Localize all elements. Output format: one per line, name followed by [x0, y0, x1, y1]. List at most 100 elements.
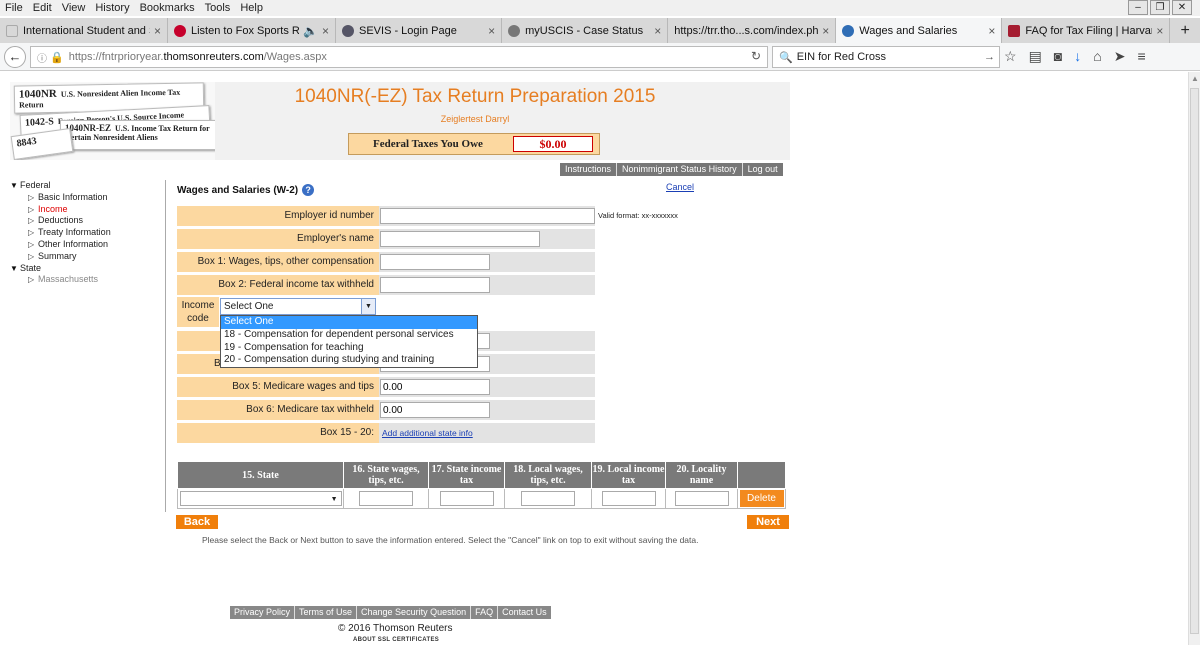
state-select[interactable]: ▼ — [179, 491, 342, 506]
tab-sevis[interactable]: SEVIS - Login Page × — [336, 18, 503, 43]
close-tab-icon[interactable]: × — [488, 24, 495, 38]
menu-view[interactable]: View — [57, 2, 91, 14]
tab-harvard-faq[interactable]: FAQ for Tax Filing | Harvar... × — [1002, 18, 1171, 43]
search-go-icon[interactable]: → — [984, 51, 995, 63]
menu-history[interactable]: History — [90, 2, 134, 14]
employer-name-label: Employer's name — [177, 229, 379, 249]
back-arrow-icon[interactable]: ← — [4, 45, 26, 68]
reload-icon[interactable]: ↻ — [751, 49, 761, 63]
privacy-policy-link[interactable]: Privacy Policy — [230, 606, 296, 619]
tab-myuscis[interactable]: myUSCIS - Case Status × — [502, 18, 669, 43]
instructions-link[interactable]: Instructions — [560, 163, 618, 176]
nav-income[interactable]: ▷ Income — [10, 204, 111, 216]
scroll-up-icon[interactable]: ▲ — [1191, 74, 1199, 83]
box6-medicare-tax-input[interactable] — [380, 402, 490, 418]
tab-trr[interactable]: https://trr.tho...s.com/index.php × — [668, 18, 837, 43]
local-income-tax-input[interactable] — [601, 491, 656, 506]
download-icon[interactable]: ↓ — [1074, 48, 1081, 65]
tab-fox-sports[interactable]: Listen to Fox Sports Ra... 🔈 × — [168, 18, 336, 43]
search-bar[interactable]: 🔍 EIN for Red Cross → — [772, 46, 1000, 68]
menu-tools[interactable]: Tools — [200, 2, 236, 14]
income-code-label-line1: Income — [181, 300, 215, 311]
close-window-icon[interactable]: ✕ — [1172, 0, 1192, 15]
delete-button[interactable]: Delete — [739, 490, 784, 507]
logout-link[interactable]: Log out — [743, 163, 783, 176]
next-button[interactable]: Next — [747, 515, 789, 529]
box5-row: Box 5: Medicare wages and tips — [177, 377, 595, 397]
nav-label: Income — [38, 203, 68, 214]
scroll-thumb[interactable] — [1190, 88, 1199, 634]
menu-file[interactable]: File — [0, 2, 28, 14]
contact-us-link[interactable]: Contact Us — [498, 606, 551, 619]
local-wages-input[interactable] — [521, 491, 575, 506]
local-tax-cell — [591, 488, 666, 509]
ssl-certificates-link[interactable]: ABOUT SSL CERTIFICATES — [353, 637, 439, 643]
locality-name-input[interactable] — [674, 491, 729, 506]
box6-label: Box 6: Medicare tax withheld — [177, 400, 379, 420]
add-state-info-link[interactable]: Add additional state info — [380, 423, 473, 443]
restore-icon[interactable]: ❐ — [1150, 0, 1170, 15]
income-code-option[interactable]: 20 - Compensation during studying and tr… — [221, 354, 477, 367]
nav-summary[interactable]: ▷ Summary — [10, 251, 111, 263]
home-icon[interactable]: ⌂ — [1093, 48, 1101, 65]
help-icon[interactable]: ? — [302, 184, 315, 196]
income-code-option[interactable]: Select One — [221, 316, 477, 329]
nav-treaty-information[interactable]: ▷ Treaty Information — [10, 227, 111, 239]
chevron-down-icon[interactable]: ▼ — [361, 299, 375, 314]
nav-other-information[interactable]: ▷ Other Information — [10, 239, 111, 251]
hamburger-menu-icon[interactable]: ≡ — [1137, 48, 1145, 65]
search-icon: 🔍 — [779, 51, 793, 64]
box2-federal-tax-input[interactable] — [380, 277, 490, 293]
employer-name-input[interactable] — [380, 231, 540, 247]
send-icon[interactable]: ➤ — [1114, 48, 1126, 65]
menu-bookmarks[interactable]: Bookmarks — [135, 2, 200, 14]
income-code-option[interactable]: 18 - Compensation for dependent personal… — [221, 329, 477, 342]
tab-international-student[interactable]: International Student and Scho... × — [0, 18, 168, 43]
menu-edit[interactable]: Edit — [28, 2, 57, 14]
change-security-question-link[interactable]: Change Security Question — [357, 606, 472, 619]
box1-wages-input[interactable] — [380, 254, 490, 270]
employer-id-input[interactable] — [380, 208, 595, 224]
faq-link[interactable]: FAQ — [471, 606, 499, 619]
nav-deductions[interactable]: ▷ Deductions — [10, 215, 111, 227]
close-tab-icon[interactable]: × — [154, 24, 161, 38]
close-tab-icon[interactable]: × — [654, 24, 661, 38]
close-tab-icon[interactable]: × — [822, 24, 829, 38]
close-tab-icon[interactable]: × — [322, 24, 329, 38]
column-header: 18. Local wages, tips, etc. — [504, 461, 592, 489]
speaker-icon[interactable]: 🔈 — [303, 24, 318, 38]
income-code-option[interactable]: 19 - Compensation for teaching — [221, 342, 477, 355]
column-header: 17. State income tax — [428, 461, 505, 489]
vertical-scrollbar[interactable]: ▲ — [1188, 72, 1200, 645]
tab-wages-salaries[interactable]: Wages and Salaries × — [836, 18, 1003, 43]
pocket-icon[interactable]: ◙ — [1054, 48, 1062, 65]
terms-of-use-link[interactable]: Terms of Use — [295, 606, 358, 619]
nav-state[interactable]: ▼ State — [10, 263, 111, 275]
state-wages-input[interactable] — [359, 491, 413, 506]
state-income-tax-input[interactable] — [439, 491, 494, 506]
url-bar[interactable]: ⓘ 🔒 https://fntrprioryear. thomsonreuters… — [30, 46, 768, 68]
reading-list-icon[interactable]: ▤ — [1029, 48, 1042, 65]
cancel-link[interactable]: Cancel — [666, 182, 694, 192]
employer-id-label: Employer id number — [177, 206, 379, 226]
close-tab-icon[interactable]: × — [988, 24, 995, 38]
box5-medicare-wages-input[interactable] — [380, 379, 490, 395]
nav-basic-information[interactable]: ▷ Basic Information — [10, 192, 111, 204]
bookmark-star-icon[interactable]: ☆ — [1004, 48, 1017, 65]
back-button[interactable]: Back — [176, 515, 218, 529]
nonimmigrant-status-history-link[interactable]: Nonimmigrant Status History — [617, 163, 743, 176]
navigation-bar: ← ⓘ 🔒 https://fntrprioryear. thomsonreute… — [0, 43, 1200, 71]
minimize-icon[interactable]: – — [1128, 0, 1148, 15]
nav-massachusetts[interactable]: ▷ Massachusetts — [10, 274, 111, 286]
close-tab-icon[interactable]: × — [1156, 24, 1163, 38]
info-icon[interactable]: ⓘ — [37, 50, 47, 65]
user-name: Zeiglertest Darryl — [440, 114, 510, 124]
new-tab-icon[interactable]: + — [1170, 18, 1200, 43]
seal-icon — [342, 24, 354, 37]
table-header-row: 15. State 16. State wages, tips, etc. 17… — [177, 461, 786, 489]
nav-federal[interactable]: ▼ Federal — [10, 180, 111, 192]
menu-help[interactable]: Help — [235, 2, 268, 14]
nav-label: Federal — [20, 180, 51, 190]
save-instructions-note: Please select the Back or Next button to… — [202, 535, 699, 545]
income-code-select[interactable]: Select One ▼ — [220, 298, 376, 315]
